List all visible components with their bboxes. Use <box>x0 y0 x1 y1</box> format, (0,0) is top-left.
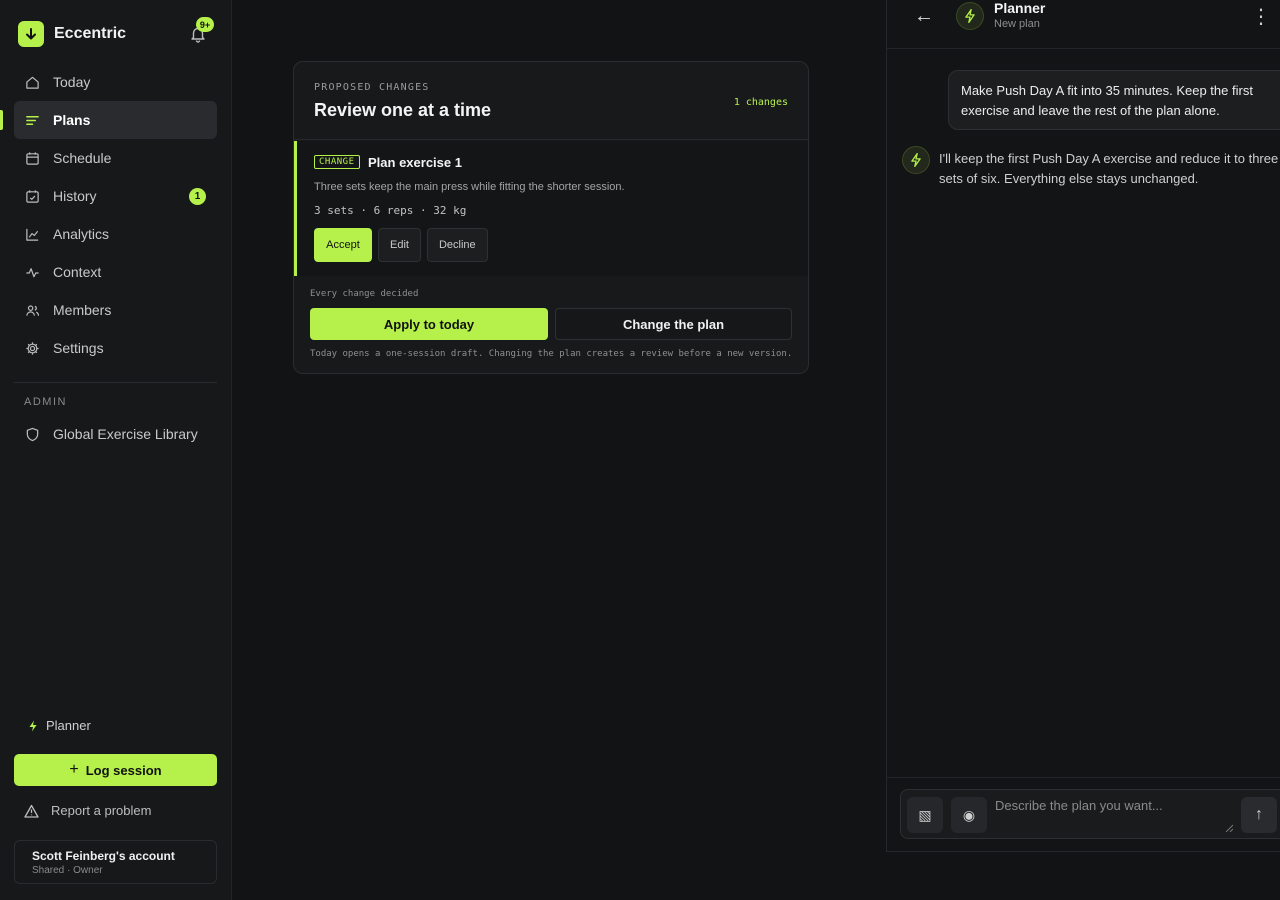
history-count-badge: 1 <box>189 188 206 205</box>
footer-note: Today opens a one-session draft. Changin… <box>310 349 793 359</box>
bolt-icon <box>29 720 37 731</box>
change-title: Plan exercise 1 <box>368 155 462 170</box>
report-label: Report a problem <box>51 803 152 818</box>
nav-label: Today <box>53 74 91 90</box>
admin-nav: Global Exercise Library <box>14 415 217 453</box>
image-attach-icon[interactable]: ▧ <box>907 797 943 833</box>
nav-label: Global Exercise Library <box>53 426 198 442</box>
nav-item-today[interactable]: Today <box>14 63 217 101</box>
composer-divider <box>887 777 1280 778</box>
pulse-icon <box>26 267 39 277</box>
nav-item-analytics[interactable]: Analytics <box>14 215 217 253</box>
message-input[interactable] <box>995 798 1233 832</box>
main-nav: Today Plans Schedule History 1 Analytics… <box>0 63 217 367</box>
nav-label: Schedule <box>53 150 112 166</box>
card-divider <box>294 139 808 140</box>
nav-label: History <box>53 188 97 204</box>
home-icon <box>26 76 39 89</box>
card-title: Review one at a time <box>314 100 492 120</box>
users-icon <box>26 304 40 316</box>
footer-actions: Apply to today Change the plan <box>310 308 799 340</box>
nav-label: Settings <box>53 340 104 356</box>
nav-label: Context <box>53 264 102 280</box>
record-icon[interactable]: ◉ <box>951 797 987 833</box>
nav-item-history[interactable]: History 1 <box>14 177 217 215</box>
change-meta: 3 sets · 6 reps · 32 kg <box>314 204 467 217</box>
brand-name: Eccentric <box>54 25 127 42</box>
account-role: Shared · Owner <box>32 865 103 876</box>
changes-count: 1 changes <box>733 97 788 108</box>
nav-label: Analytics <box>53 226 110 242</box>
assistant-message: I'll keep the first Push Day A exercise … <box>939 151 1279 186</box>
brand[interactable]: Eccentric <box>18 21 126 47</box>
planner-link[interactable]: Planner <box>28 718 91 733</box>
account-name: Scott Feinberg's account <box>32 849 175 863</box>
nav-item-members[interactable]: Members <box>14 291 217 329</box>
chat-header: ← Planner New plan ⋮ <box>887 0 1280 49</box>
bolt-icon <box>911 153 921 167</box>
user-message: Make Push Day A fit into 35 minutes. Kee… <box>948 70 1280 130</box>
change-plan-button[interactable]: Change the plan <box>555 308 792 340</box>
send-arrow-icon[interactable]: ↑ <box>1241 797 1277 833</box>
nav-item-schedule[interactable]: Schedule <box>14 139 217 177</box>
nav-label: Members <box>53 302 112 318</box>
calendar-check-icon <box>26 189 39 203</box>
sidebar: Eccentric 9+ Today Plans Schedule Histor… <box>0 0 232 900</box>
chat-subtitle: New plan <box>994 18 1040 30</box>
change-tag: CHANGE <box>314 155 360 169</box>
back-arrow-icon[interactable]: ← <box>914 5 934 28</box>
assistant-avatar <box>902 146 930 174</box>
plus-icon: + <box>69 761 79 778</box>
calendar-icon <box>26 151 39 165</box>
nav-label: Plans <box>53 112 91 128</box>
message-composer: ▧ ◉ ↑ <box>900 789 1280 839</box>
card-eyebrow: PROPOSED CHANGES <box>314 82 430 93</box>
nav-item-plans[interactable]: Plans <box>0 101 217 139</box>
chat-title: Planner <box>994 0 1046 16</box>
nav-item-settings[interactable]: Settings <box>14 329 217 367</box>
nav-item-global-exercise-library[interactable]: Global Exercise Library <box>14 415 217 453</box>
planner-link-label: Planner <box>46 718 91 733</box>
planner-chat-panel: ← Planner New plan ⋮ Make Push Day A fit… <box>886 0 1280 852</box>
edit-button[interactable]: Edit <box>378 228 421 262</box>
apply-to-today-button[interactable]: Apply to today <box>310 308 548 340</box>
change-actions: Accept Edit Decline <box>314 228 494 262</box>
resize-grip-icon[interactable] <box>1225 824 1233 832</box>
change-item: CHANGE Plan exercise 1 Three sets keep t… <box>294 141 808 276</box>
planner-avatar <box>956 2 984 30</box>
proposed-changes-card: PROPOSED CHANGES Review one at a time 1 … <box>293 61 809 374</box>
bolt-icon <box>965 9 975 23</box>
report-problem-link[interactable]: Report a problem <box>24 803 151 818</box>
chart-line-icon <box>26 228 39 241</box>
notification-badge: 9+ <box>196 17 214 32</box>
warning-icon <box>24 804 39 818</box>
admin-heading: ADMIN <box>24 396 67 408</box>
brand-logo-icon <box>18 21 44 47</box>
decline-button[interactable]: Decline <box>426 228 488 262</box>
accept-button[interactable]: Accept <box>314 228 372 262</box>
log-session-label: Log session <box>85 762 162 778</box>
shield-icon <box>26 427 39 441</box>
gear-icon <box>26 341 39 355</box>
log-session-button[interactable]: + Log session <box>14 754 217 786</box>
decision-status: Every change decided <box>310 289 419 299</box>
account-switcher[interactable]: Scott Feinberg's account Shared · Owner <box>14 840 217 884</box>
more-options-icon[interactable]: ⋮ <box>1251 4 1271 29</box>
sidebar-divider <box>14 382 217 383</box>
change-description: Three sets keep the main press while fit… <box>314 181 625 193</box>
nav-item-context[interactable]: Context <box>14 253 217 291</box>
list-icon <box>26 115 39 125</box>
